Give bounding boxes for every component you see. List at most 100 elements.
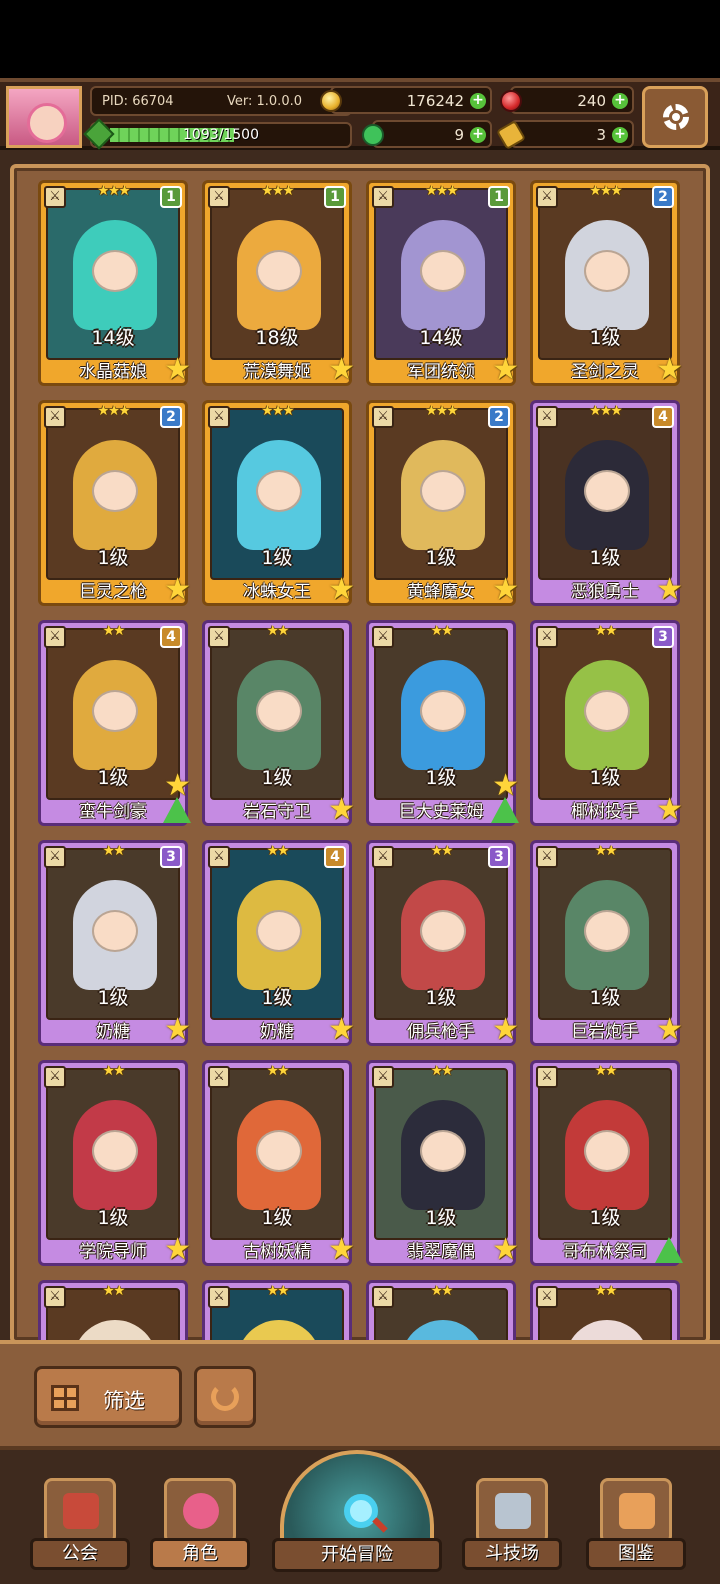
nav-arena[interactable]: 斗技场 [462, 1478, 562, 1574]
character-level: 1级 [261, 547, 293, 569]
gold-counter: 176242 + [320, 86, 492, 114]
filter-label: 筛选 [103, 1389, 145, 1413]
nav-adventure-label: 开始冒险 [272, 1538, 442, 1572]
character-card[interactable]: ⚔ ★★ 1级 巨岩炮手 ★ [530, 840, 683, 1046]
add-gold-button[interactable]: + [470, 93, 486, 109]
character-face [584, 1130, 630, 1172]
favorite-star-icon[interactable]: ★ [164, 1235, 191, 1265]
character-face [420, 1130, 466, 1172]
character-card[interactable]: ⚔ ★★ 1级 古树妖精 ★ [202, 1060, 355, 1266]
character-face [584, 470, 630, 512]
character-card[interactable]: ⚔ ★★★ 2 1级 巨灵之枪 ★ [38, 400, 191, 606]
character-grid[interactable]: ⚔ ★★★ 1 14级 水晶菇娘 ★ ⚔ ★★★ 1 18级 荒漠舞姬 ★ ⚔ ★★★ 1 14级 军团统领 ★ ⚔… [10, 164, 710, 1344]
favorite-star-icon[interactable]: ★ [656, 1015, 683, 1045]
favorite-star-icon[interactable]: ★ [164, 575, 191, 605]
rarity-stars: ★★ [594, 1063, 617, 1079]
rarity-stars: ★★ [430, 623, 453, 639]
character-card[interactable]: ⚔ ★★ [38, 1280, 188, 1340]
nav-adventure[interactable]: 开始冒险 [272, 1450, 442, 1584]
character-card[interactable]: ⚔ ★★ 1级 哥布林祭司 [530, 1060, 683, 1266]
gear-icon [663, 104, 689, 130]
gem-counter: 240 + [500, 86, 634, 114]
favorite-star-icon[interactable]: ★ [328, 1015, 355, 1045]
character-card[interactable]: ⚔ ★★★ 2 1级 圣剑之灵 ★ [530, 180, 683, 386]
favorite-star-icon[interactable]: ★ [328, 575, 355, 605]
rarity-stars: ★★ [594, 1283, 617, 1299]
favorite-star-icon[interactable]: ★ [328, 795, 355, 825]
avatar-face [27, 103, 67, 143]
filter-bar: 筛选 [0, 1340, 720, 1450]
settings-button[interactable] [642, 86, 708, 148]
favorite-star-icon[interactable]: ★ [492, 1015, 519, 1045]
upgrade-arrow-icon [163, 797, 191, 823]
favorite-star-icon[interactable]: ★ [328, 1235, 355, 1265]
favorite-star-icon[interactable]: ★ [492, 575, 519, 605]
rank-badge: 3 [488, 846, 510, 868]
reset-filter-button[interactable] [194, 1366, 256, 1428]
character-card[interactable]: ⚔ ★★ 4 1级 蛮牛剑豪 ★ [38, 620, 191, 826]
character-face [584, 250, 630, 292]
clover-value: 9 [454, 126, 464, 144]
character-card[interactable]: ⚔ ★★★ 1 14级 水晶菇娘 ★ [38, 180, 191, 386]
rarity-stars: ★★★ [261, 403, 295, 419]
red-gem-icon [500, 90, 522, 112]
character-face [256, 250, 302, 292]
rarity-stars: ★★ [266, 623, 289, 639]
favorite-star-icon[interactable]: ★ [492, 1235, 519, 1265]
character-face [256, 910, 302, 952]
character-face [92, 250, 138, 292]
filter-button[interactable]: 筛选 [34, 1366, 182, 1428]
favorite-star-icon[interactable]: ★ [656, 795, 683, 825]
character-level: 1级 [589, 987, 621, 1009]
add-gem-button[interactable]: + [612, 93, 628, 109]
character-card[interactable]: ⚔ ★★ [366, 1280, 516, 1340]
crossed-swords-icon [476, 1478, 548, 1544]
character-card[interactable]: ⚔ ★★ 4 1级 奶糖 ★ [202, 840, 355, 1046]
character-card[interactable]: ⚔ ★★ 1级 巨大史莱姆 ★ [366, 620, 519, 826]
rarity-stars: ★★ [102, 1063, 125, 1079]
favorite-star-icon[interactable]: ★ [656, 355, 683, 385]
character-card[interactable]: ⚔ ★★ 1级 翡翠魔偶 ★ [366, 1060, 519, 1266]
upgrade-arrow-icon [491, 797, 519, 823]
rank-badge: 4 [652, 406, 674, 428]
character-card[interactable]: ⚔ ★★ [530, 1280, 680, 1340]
nav-character-label: 角色 [150, 1538, 250, 1570]
character-card[interactable]: ⚔ ★★ 3 1级 奶糖 ★ [38, 840, 191, 1046]
favorite-star-icon[interactable]: ★ [492, 355, 519, 385]
character-card[interactable]: ⚔ ★★ [202, 1280, 352, 1340]
character-card[interactable]: ⚔ ★★★ 1级 冰蛛女王 ★ [202, 400, 355, 606]
character-face [256, 470, 302, 512]
add-key-button[interactable]: + [612, 127, 628, 143]
character-card[interactable]: ⚔ ★★ 3 1级 椰树投手 ★ [530, 620, 683, 826]
character-card[interactable]: ⚔ ★★★ 1 18级 荒漠舞姬 ★ [202, 180, 355, 386]
key-value: 3 [596, 126, 606, 144]
refresh-icon [211, 1383, 239, 1411]
character-card[interactable]: ⚔ ★★ 3 1级 佣兵枪手 ★ [366, 840, 519, 1046]
add-clover-button[interactable]: + [470, 127, 486, 143]
nav-character[interactable]: 角色 [150, 1478, 250, 1574]
favorite-star-icon[interactable]: ★ [164, 355, 191, 385]
character-level: 1级 [261, 1207, 293, 1229]
rarity-stars: ★★ [430, 1283, 453, 1299]
nav-guild[interactable]: 公会 [30, 1478, 130, 1574]
player-avatar[interactable] [6, 86, 82, 148]
nav-codex[interactable]: 图鉴 [586, 1478, 686, 1574]
favorite-star-icon[interactable]: ★ [656, 575, 683, 605]
character-level: 1级 [589, 767, 621, 789]
favorite-star-icon[interactable]: ★ [164, 1015, 191, 1045]
character-card[interactable]: ⚔ ★★ 1级 岩石守卫 ★ [202, 620, 355, 826]
character-card[interactable]: ⚔ ★★★ 4 1级 恶狼勇士 ★ [530, 400, 683, 606]
character-card[interactable]: ⚔ ★★★ 1 14级 军团统领 ★ [366, 180, 519, 386]
character-card[interactable]: ⚔ ★★★ 2 1级 黄蜂魔女 ★ [366, 400, 519, 606]
gem-value: 240 [577, 92, 606, 110]
character-level: 18级 [255, 327, 299, 349]
character-level: 1级 [261, 987, 293, 1009]
character-level: 14级 [91, 327, 135, 349]
rank-badge: 2 [652, 186, 674, 208]
character-card[interactable]: ⚔ ★★ 1级 学院导师 ★ [38, 1060, 191, 1266]
favorite-star-icon[interactable]: ★ [328, 355, 355, 385]
character-level: 1级 [97, 547, 129, 569]
rank-badge: 1 [488, 186, 510, 208]
nav-codex-label: 图鉴 [586, 1538, 686, 1570]
character-face [420, 250, 466, 292]
